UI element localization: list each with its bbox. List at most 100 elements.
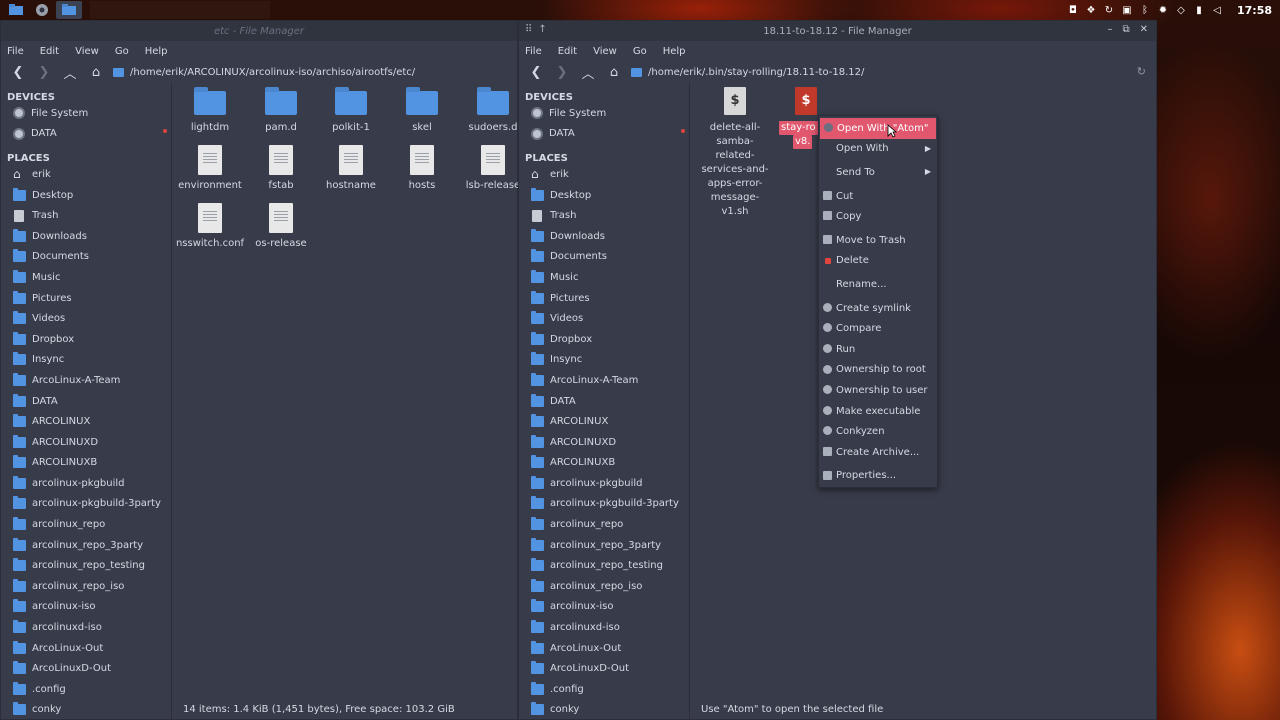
file-item[interactable]: nsswitch.conf [174, 203, 246, 251]
sidebar-item-downloads[interactable]: Downloads [519, 226, 689, 247]
menu-view[interactable]: View [593, 46, 617, 57]
menu-item-move-to-trash[interactable]: Move to Trash [819, 230, 937, 251]
bluetooth-icon[interactable]: ᛒ [1139, 4, 1151, 16]
sidebar-item-desktop[interactable]: Desktop [519, 185, 689, 206]
sidebar-item-desktop[interactable]: Desktop [1, 185, 171, 206]
sidebar-item-arcolinuxd-iso[interactable]: arcolinuxd-iso [519, 617, 689, 638]
file-item[interactable]: hostname [315, 145, 387, 193]
file-item-script[interactable]: $ delete-all- samba-related- services-an… [699, 87, 771, 219]
menu-item-make-executable[interactable]: Make executable [819, 401, 937, 422]
location-bar[interactable]: /home/erik/ARCOLINUX/arcolinux-iso/archi… [113, 62, 511, 82]
forward-icon[interactable]: ❯ [553, 63, 571, 81]
menu-go[interactable]: Go [115, 46, 129, 57]
sidebar-item-arcolinux-pkgbuild[interactable]: arcolinux-pkgbuild [1, 473, 171, 494]
dropbox-icon[interactable]: ❖ [1085, 4, 1097, 16]
sidebar-item-insync[interactable]: Insync [519, 350, 689, 371]
sidebar-item-arcolinuxd[interactable]: ARCOLINUXD [1, 432, 171, 453]
sidebar-item-arcolinuxb[interactable]: ARCOLINUXB [1, 453, 171, 474]
menu-go[interactable]: Go [633, 46, 647, 57]
sidebar-item-documents[interactable]: Documents [1, 247, 171, 268]
sidebar-item-config[interactable]: .config [519, 679, 689, 700]
sidebar-item-data-device[interactable]: DATA [1, 124, 171, 145]
whisker-menu-button[interactable] [4, 1, 28, 19]
home-icon[interactable]: ⌂ [605, 63, 623, 81]
menu-help[interactable]: Help [663, 46, 686, 57]
menu-item-cut[interactable]: Cut [819, 186, 937, 207]
menu-item-delete[interactable]: Delete [819, 251, 937, 272]
volume-icon[interactable]: ◁ [1211, 4, 1223, 16]
sidebar-item-arcolinux[interactable]: ARCOLINUX [1, 411, 171, 432]
sidebar-item-music[interactable]: Music [519, 267, 689, 288]
file-item[interactable]: fstab [245, 145, 317, 193]
back-icon[interactable]: ❮ [9, 63, 27, 81]
sidebar-item-trash[interactable]: Trash [519, 205, 689, 226]
sidebar-item-arcolinuxd[interactable]: ARCOLINUXD [519, 432, 689, 453]
sidebar-item-arcolinux-repo-iso[interactable]: arcolinux_repo_iso [519, 576, 689, 597]
minimize-icon[interactable]: – [1107, 24, 1112, 35]
sidebar-item-music[interactable]: Music [1, 267, 171, 288]
app-launcher-button[interactable] [30, 1, 54, 19]
sidebar-item-conky[interactable]: conky [519, 700, 689, 719]
file-item[interactable]: skel [386, 87, 458, 135]
sidebar-item-downloads[interactable]: Downloads [1, 226, 171, 247]
menu-edit[interactable]: Edit [40, 46, 59, 57]
file-item[interactable]: pam.d [245, 87, 317, 135]
sidebar-item-data[interactable]: DATA [519, 391, 689, 412]
sidebar-item-data-device[interactable]: DATA [519, 124, 689, 145]
menu-item-create-symlink[interactable]: Create symlink [819, 298, 937, 319]
eject-icon[interactable] [681, 128, 685, 133]
sidebar-item-arcolinuxd-out[interactable]: ArcoLinuxD-Out [1, 658, 171, 679]
menu-item-send-to[interactable]: Send To ▶ [819, 162, 937, 183]
file-item[interactable]: hosts [386, 145, 458, 193]
sidebar-item-pictures[interactable]: Pictures [1, 288, 171, 309]
menu-item-open-with[interactable]: Open With ▶ [819, 139, 937, 160]
menu-item-copy[interactable]: Copy [819, 206, 937, 227]
file-manager-task-button[interactable] [56, 1, 82, 19]
home-icon[interactable]: ⌂ [87, 63, 105, 81]
menu-item-open-with-atom[interactable]: Open With "Atom" [820, 118, 936, 139]
eject-icon[interactable] [163, 128, 167, 133]
sidebar-item-trash[interactable]: Trash [1, 205, 171, 226]
file-item[interactable]: polkit-1 [315, 87, 387, 135]
sidebar-item-arcolinux-repo-3party[interactable]: arcolinux_repo_3party [1, 535, 171, 556]
sidebar-item-videos[interactable]: Videos [519, 308, 689, 329]
sidebar-item-arcolinuxd-out[interactable]: ArcoLinuxD-Out [519, 658, 689, 679]
menu-item-conkyzen[interactable]: Conkyzen [819, 421, 937, 442]
screenshot-icon[interactable]: ◘ [1067, 4, 1079, 16]
maximize-icon[interactable]: ⧉ [1122, 24, 1129, 35]
sidebar-item-arcolinux-repo[interactable]: arcolinux_repo [1, 514, 171, 535]
network-icon[interactable]: ◇ [1175, 4, 1187, 16]
file-item[interactable]: environment [174, 145, 246, 193]
clock[interactable]: 17:58 [1237, 4, 1272, 17]
sidebar-item-arcolinux-a-team[interactable]: ArcoLinux-A-Team [519, 370, 689, 391]
pin-icon[interactable]: ↑ [538, 24, 546, 35]
file-item[interactable]: os-release [245, 203, 317, 251]
sidebar-item-dropbox[interactable]: Dropbox [519, 329, 689, 350]
sidebar-item-arcolinux-repo-3party[interactable]: arcolinux_repo_3party [519, 535, 689, 556]
up-icon[interactable]: ︿ [61, 63, 79, 82]
sidebar-item-config[interactable]: .config [1, 679, 171, 700]
sidebar-item-arcolinux-pkgbuild[interactable]: arcolinux-pkgbuild [519, 473, 689, 494]
sidebar-item-erik[interactable]: ⌂ erik [519, 164, 689, 185]
file-view[interactable]: lightdm pam.d polkit-1 skel sudoers.d en… [173, 83, 520, 699]
forward-icon[interactable]: ❯ [35, 63, 53, 81]
close-icon[interactable]: ✕ [1140, 24, 1148, 35]
menu-file[interactable]: File [525, 46, 542, 57]
menu-item-ownership-user[interactable]: Ownership to user [819, 380, 937, 401]
sidebar-item-dropbox[interactable]: Dropbox [1, 329, 171, 350]
menu-item-rename[interactable]: Rename... [819, 274, 937, 295]
reload-icon[interactable]: ↻ [1137, 65, 1146, 78]
sidebar-item-arcolinux[interactable]: ARCOLINUX [519, 411, 689, 432]
sidebar-item-arcolinux-pkgbuild-3party[interactable]: arcolinux-pkgbuild-3party [1, 494, 171, 515]
sidebar-item-file-system[interactable]: File System [1, 103, 171, 124]
sync-icon[interactable]: ↻ [1103, 4, 1115, 16]
settings-gear-icon[interactable]: ✹ [1157, 4, 1169, 16]
sidebar-item-arcolinux-repo-testing[interactable]: arcolinux_repo_testing [1, 555, 171, 576]
sidebar-item-pictures[interactable]: Pictures [519, 288, 689, 309]
menu-item-properties[interactable]: Properties... [819, 466, 937, 487]
menu-edit[interactable]: Edit [558, 46, 577, 57]
sidebar-item-videos[interactable]: Videos [1, 308, 171, 329]
menu-help[interactable]: Help [145, 46, 168, 57]
sidebar-item-conky[interactable]: conky [1, 700, 171, 719]
battery-icon[interactable]: ▮ [1193, 4, 1205, 16]
